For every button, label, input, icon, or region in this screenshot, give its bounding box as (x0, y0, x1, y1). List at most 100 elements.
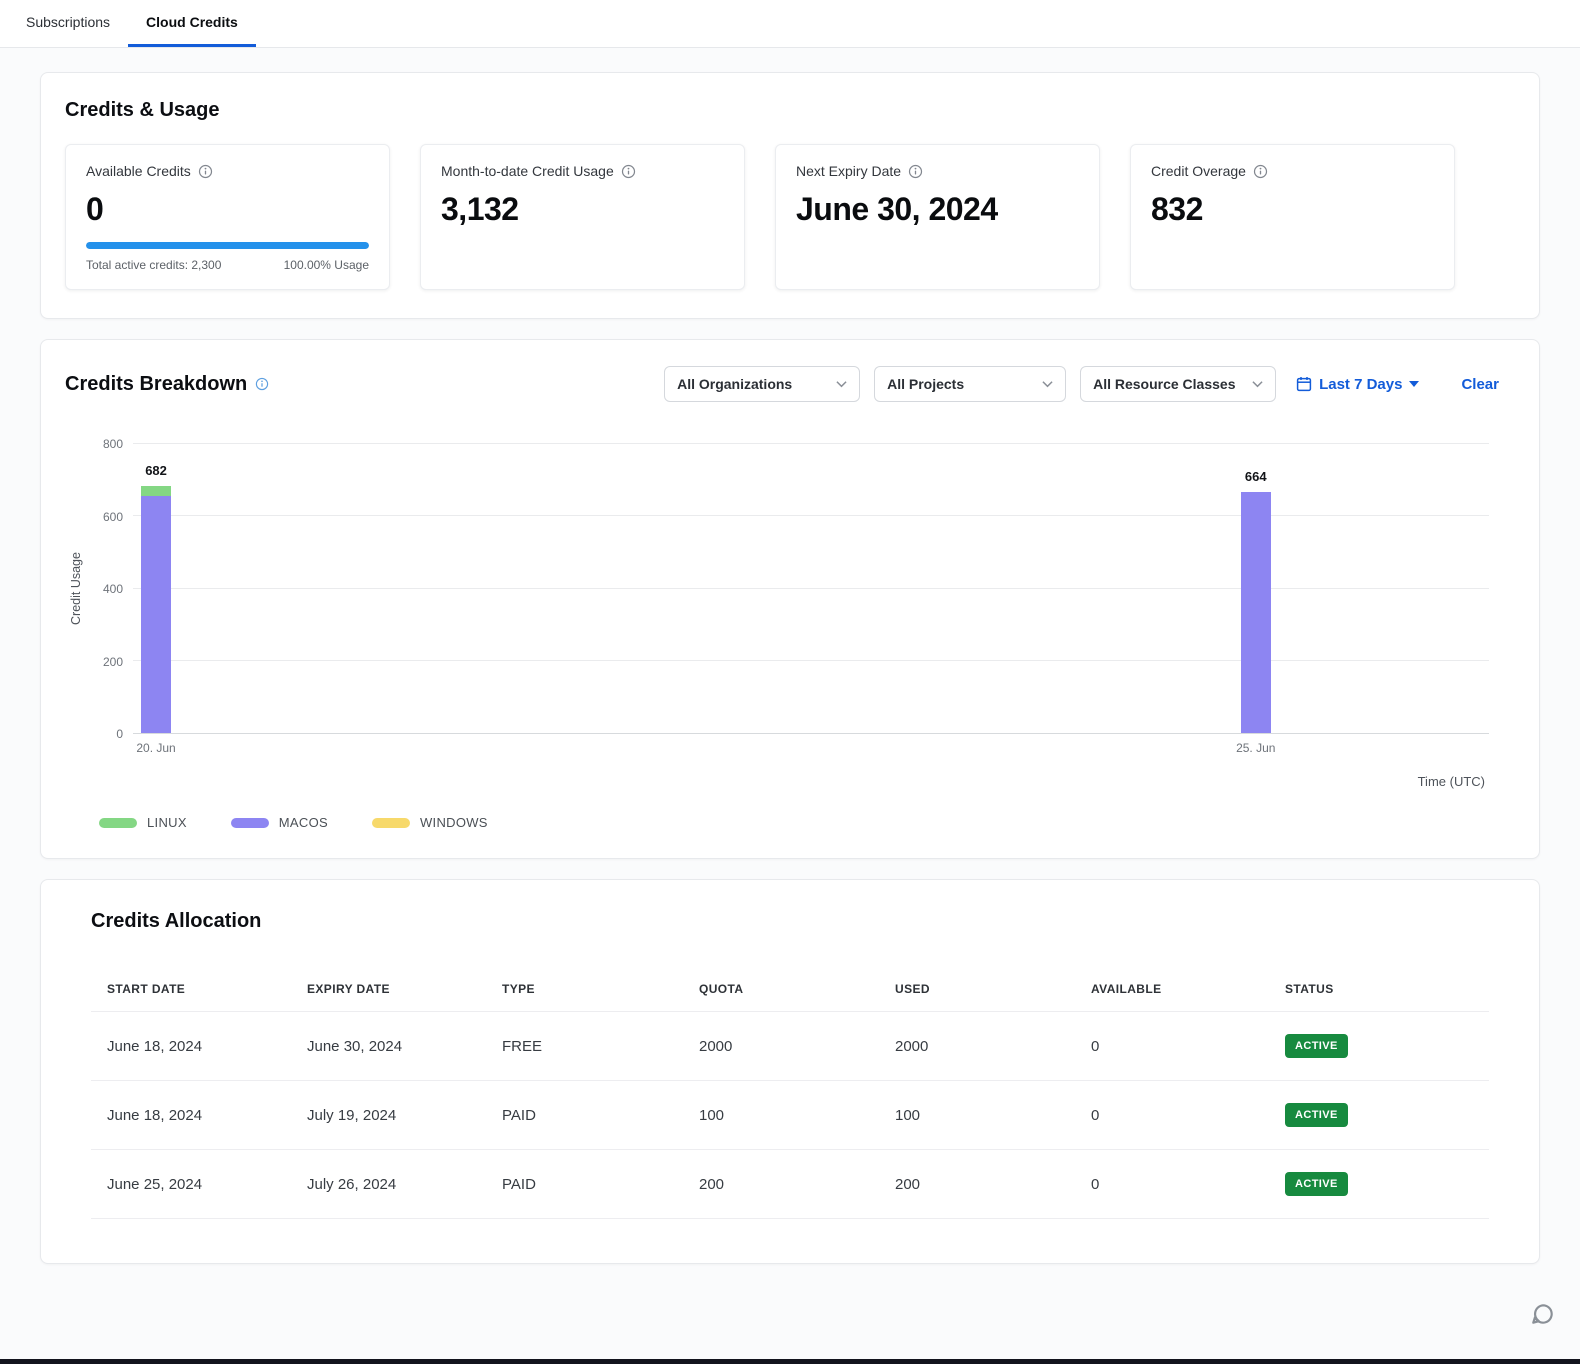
chart-ytick-label: 600 (103, 510, 123, 524)
tab-subscriptions[interactable]: Subscriptions (8, 0, 128, 47)
caret-down-icon (1409, 381, 1419, 387)
organizations-select[interactable]: All Organizations (664, 366, 860, 402)
cell-available: 0 (1091, 1176, 1285, 1193)
available-credits-progress (86, 242, 369, 249)
credits-allocation-title: Credits Allocation (91, 910, 1489, 933)
chevron-down-icon (1252, 380, 1263, 388)
legend-item-windows[interactable]: WINDOWS (372, 815, 488, 830)
cell-used: 200 (895, 1176, 1091, 1193)
chart-y-axis-label: Credit Usage (65, 444, 87, 734)
chart-xtick-label: 25. Jun (1236, 741, 1275, 755)
info-icon[interactable] (255, 377, 269, 391)
status-badge: ACTIVE (1285, 1172, 1348, 1196)
next-expiry-value: June 30, 2024 (796, 191, 1079, 228)
cell-used: 2000 (895, 1038, 1091, 1055)
legend-item-linux[interactable]: LINUX (99, 815, 187, 830)
cell-status: ACTIVE (1285, 1103, 1489, 1127)
tab-cloud-credits[interactable]: Cloud Credits (128, 0, 256, 47)
tab-bar: Subscriptions Cloud Credits (0, 0, 1580, 48)
bottom-edge-bar (0, 1359, 1580, 1364)
chart-plot: 68220. Jun66425. Jun (133, 444, 1489, 734)
cell-available: 0 (1091, 1038, 1285, 1055)
credit-overage-card: Credit Overage 832 (1130, 144, 1455, 290)
mtd-usage-value: 3,132 (441, 191, 724, 228)
column-header-status: STATUS (1285, 982, 1489, 996)
table-header-row: START DATE EXPIRY DATE TYPE QUOTA USED A… (91, 967, 1489, 1011)
usage-percent-text: 100.00% Usage (284, 258, 369, 272)
column-header-quota: QUOTA (699, 982, 895, 996)
chart-ytick-label: 200 (103, 655, 123, 669)
cell-used: 100 (895, 1107, 1091, 1124)
chart-x-axis-label: Time (UTC) (65, 774, 1485, 789)
next-expiry-card: Next Expiry Date June 30, 2024 (775, 144, 1100, 290)
credits-breakdown-section: Credits Breakdown All Organizations All … (40, 339, 1540, 859)
credits-usage-section: Credits & Usage Available Credits 0 Tota… (40, 72, 1540, 319)
chart-gridline (133, 443, 1489, 444)
breakdown-filters: All Organizations All Projects All Resou… (664, 366, 1515, 402)
chart-bar-segment-linux (141, 486, 171, 496)
chart-bar-segment-macos (141, 496, 171, 733)
legend-label: MACOS (279, 815, 328, 830)
chart-ytick-label: 0 (116, 727, 123, 741)
chevron-down-icon (836, 380, 847, 388)
mtd-usage-label-row: Month-to-date Credit Usage (441, 163, 724, 179)
cell-start-date: June 18, 2024 (107, 1107, 307, 1124)
legend-swatch (231, 818, 269, 828)
cell-quota: 100 (699, 1107, 895, 1124)
cell-start-date: June 25, 2024 (107, 1176, 307, 1193)
cell-quota: 200 (699, 1176, 895, 1193)
chart-gridline (133, 515, 1489, 516)
column-header-start-date: START DATE (107, 982, 307, 996)
cell-type: FREE (502, 1038, 699, 1055)
chart-bar-total-label: 682 (145, 463, 167, 478)
column-header-used: USED (895, 982, 1091, 996)
cell-status: ACTIVE (1285, 1172, 1489, 1196)
credits-usage-title: Credits & Usage (65, 99, 1515, 122)
column-header-type: TYPE (502, 982, 699, 996)
chart-yticks: 0200400600800 (87, 444, 133, 734)
available-credits-label: Available Credits (86, 163, 191, 179)
available-credits-progress-fill (86, 242, 369, 249)
credits-allocation-section: Credits Allocation START DATE EXPIRY DAT… (40, 879, 1540, 1264)
status-badge: ACTIVE (1285, 1103, 1348, 1127)
resource-classes-select-value: All Resource Classes (1093, 376, 1235, 392)
chart-ytick-label: 400 (103, 582, 123, 596)
legend-label: WINDOWS (420, 815, 488, 830)
legend-item-macos[interactable]: MACOS (231, 815, 328, 830)
support-chat-icon[interactable] (1530, 1301, 1556, 1332)
column-header-available: AVAILABLE (1091, 982, 1285, 996)
credit-usage-chart: Credit Usage 0200400600800 68220. Jun664… (65, 444, 1515, 830)
total-active-credits-text: Total active credits: 2,300 (86, 258, 221, 272)
cell-start-date: June 18, 2024 (107, 1038, 307, 1055)
date-range-picker[interactable]: Last 7 Days (1296, 376, 1419, 393)
cell-type: PAID (502, 1176, 699, 1193)
cell-status: ACTIVE (1285, 1034, 1489, 1058)
info-icon[interactable] (198, 164, 213, 179)
clear-filters-button[interactable]: Clear (1461, 376, 1499, 393)
credits-allocation-table: START DATE EXPIRY DATE TYPE QUOTA USED A… (91, 967, 1489, 1219)
mtd-usage-label: Month-to-date Credit Usage (441, 163, 614, 179)
info-icon[interactable] (908, 164, 923, 179)
status-badge: ACTIVE (1285, 1034, 1348, 1058)
legend-label: LINUX (147, 815, 187, 830)
next-expiry-label: Next Expiry Date (796, 163, 901, 179)
chart-xtick-label: 20. Jun (136, 741, 175, 755)
mtd-usage-card: Month-to-date Credit Usage 3,132 (420, 144, 745, 290)
table-row: June 18, 2024 June 30, 2024 FREE 2000 20… (91, 1012, 1489, 1081)
table-row: June 25, 2024 July 26, 2024 PAID 200 200… (91, 1150, 1489, 1219)
credit-overage-label: Credit Overage (1151, 163, 1246, 179)
info-icon[interactable] (1253, 164, 1268, 179)
resource-classes-select[interactable]: All Resource Classes (1080, 366, 1276, 402)
legend-swatch (99, 818, 137, 828)
cell-expiry-date: July 19, 2024 (307, 1107, 502, 1124)
stat-card-row: Available Credits 0 Total active credits… (65, 144, 1515, 290)
date-range-value: Last 7 Days (1319, 376, 1402, 393)
available-credits-footer: Total active credits: 2,300 100.00% Usag… (86, 258, 369, 272)
projects-select-value: All Projects (887, 376, 964, 392)
table-body: June 18, 2024 June 30, 2024 FREE 2000 20… (91, 1011, 1489, 1219)
projects-select[interactable]: All Projects (874, 366, 1066, 402)
legend-swatch (372, 818, 410, 828)
table-row: June 18, 2024 July 19, 2024 PAID 100 100… (91, 1081, 1489, 1150)
credit-overage-value: 832 (1151, 191, 1434, 228)
info-icon[interactable] (621, 164, 636, 179)
